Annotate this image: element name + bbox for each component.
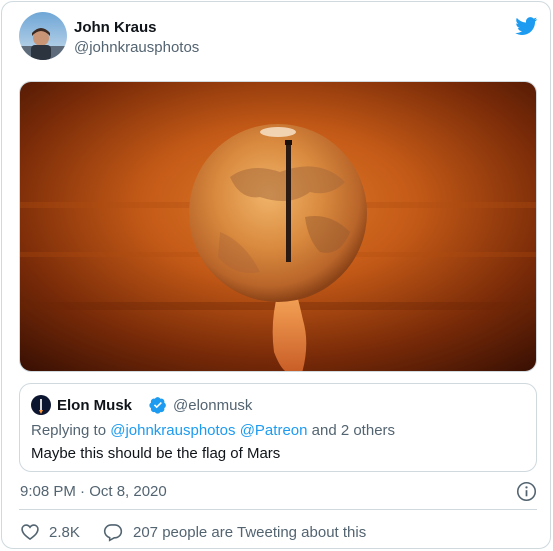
speech-bubble-icon — [103, 524, 123, 542]
quoted-tweet-text: Maybe this should be the flag of Mars — [31, 445, 281, 462]
quoted-author-name[interactable]: Elon Musk — [57, 397, 132, 414]
tweet-card: John Kraus @johnkrausphotos Elon Musk @e… — [1, 1, 551, 549]
like-count: 2.8K — [49, 523, 80, 541]
mars-launch-photo — [20, 82, 536, 371]
replying-to-line: Replying to @johnkrausphotos @Patreon an… — [31, 422, 395, 439]
quoted-author-avatar[interactable] — [31, 395, 51, 415]
tweet-media-image[interactable] — [19, 81, 537, 372]
tweeting-about-link[interactable]: 207 people are Tweeting about this — [103, 521, 366, 543]
verified-badge-icon — [149, 397, 166, 414]
author-handle[interactable]: @johnkrausphotos — [74, 39, 199, 56]
replying-prefix: Replying to — [31, 422, 111, 439]
tweeting-about-text: 207 people are Tweeting about this — [133, 523, 367, 541]
quoted-author-handle[interactable]: @elonmusk — [173, 397, 252, 414]
twitter-bird-icon[interactable] — [514, 15, 539, 37]
tweet-timestamp[interactable]: 9:08 PM · Oct 8, 2020 — [20, 483, 167, 500]
mention-link-johnkrausphotos[interactable]: @johnkrausphotos — [110, 422, 235, 439]
heart-icon — [21, 524, 39, 541]
author-avatar[interactable] — [19, 12, 67, 60]
like-button[interactable]: 2.8K — [20, 521, 80, 543]
quoted-tweet[interactable]: Elon Musk @elonmusk Replying to @johnkra… — [19, 383, 537, 472]
replying-suffix: and 2 others — [307, 422, 396, 439]
author-avatar-image — [19, 12, 67, 60]
mention-link-patreon[interactable]: @Patreon — [240, 422, 308, 439]
author-name[interactable]: John Kraus — [74, 19, 157, 36]
divider — [19, 509, 537, 510]
info-icon[interactable] — [516, 481, 537, 502]
quoted-avatar-image — [31, 395, 51, 415]
